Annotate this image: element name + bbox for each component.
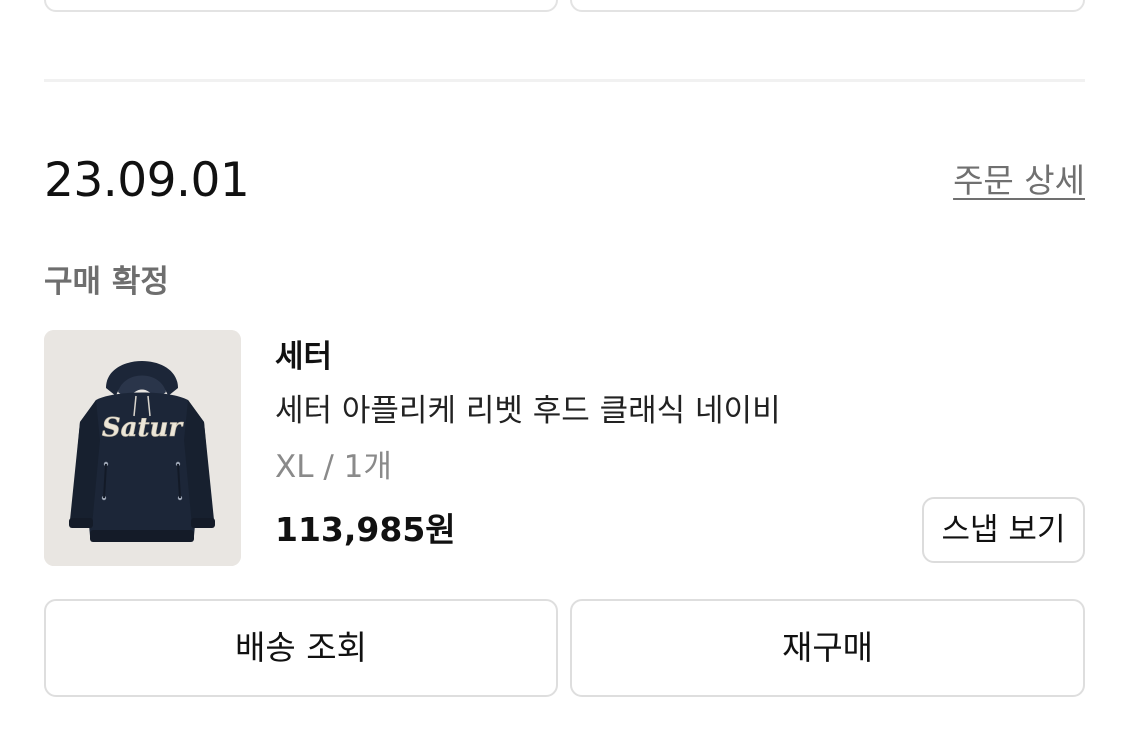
product-brand[interactable]: 세터 <box>275 336 332 378</box>
previous-order-left-button[interactable] <box>44 0 558 12</box>
order-date: 23.09.01 <box>44 153 250 208</box>
order-history-page: 23.09.01 주문 상세 구매 확정 Satur 세터 세터 아플리케 리벳… <box>0 0 1130 750</box>
navy-hoodie-image: Satur <box>44 330 241 566</box>
applique-text: Satur <box>102 413 185 443</box>
order-detail-link[interactable]: 주문 상세 <box>953 160 1085 202</box>
snap-view-button[interactable]: 스냅 보기 <box>922 497 1085 563</box>
product-thumbnail[interactable]: Satur <box>44 330 241 566</box>
product-option: XL / 1개 <box>275 449 392 485</box>
reorder-button[interactable]: 재구매 <box>570 599 1085 697</box>
order-status: 구매 확정 <box>44 264 169 300</box>
order-divider <box>44 79 1085 82</box>
track-delivery-button[interactable]: 배송 조회 <box>44 599 558 697</box>
product-price: 113,985원 <box>275 510 456 549</box>
previous-order-right-button[interactable] <box>570 0 1085 12</box>
product-name[interactable]: 세터 아플리케 리벳 후드 클래식 네이비 <box>275 390 781 432</box>
